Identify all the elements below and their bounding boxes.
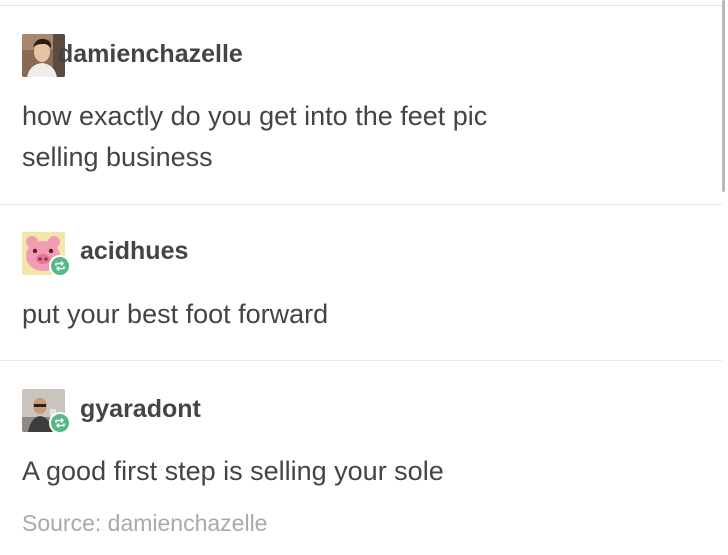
post-text-line: selling business bbox=[22, 142, 213, 172]
reblog-badge bbox=[49, 255, 71, 277]
username[interactable]: gyaradont bbox=[80, 395, 201, 424]
reblog-icon bbox=[55, 261, 65, 271]
reblog-icon bbox=[55, 418, 65, 428]
post-header bbox=[22, 389, 71, 434]
post-header bbox=[22, 232, 71, 277]
post-text: put your best foot forward bbox=[22, 294, 328, 335]
avatar-gyaradont[interactable] bbox=[22, 389, 71, 434]
post-text-line: put your best foot forward bbox=[22, 299, 329, 329]
post-text: how exactly do you get into the feet pic… bbox=[22, 96, 487, 178]
post-gyaradont: gyaradont A good first step is selling y… bbox=[0, 361, 722, 555]
avatar-acidhues[interactable] bbox=[22, 232, 71, 277]
post-text-line: how exactly do you get into the feet pic bbox=[22, 101, 488, 131]
post-text-line: A good first step is selling your sole bbox=[22, 456, 444, 486]
username[interactable]: acidhues bbox=[80, 237, 188, 266]
reblog-badge bbox=[49, 412, 71, 434]
post-text: A good first step is selling your sole bbox=[22, 451, 444, 492]
username[interactable]: damienchazelle bbox=[58, 40, 243, 69]
scrollbar[interactable] bbox=[722, 0, 725, 192]
post-acidhues: acidhues put your best foot forward bbox=[0, 205, 722, 360]
post-damienchazelle: damienchazelle how exactly do you get in… bbox=[0, 0, 722, 204]
source-link[interactable]: Source: damienchazelle bbox=[22, 510, 267, 537]
